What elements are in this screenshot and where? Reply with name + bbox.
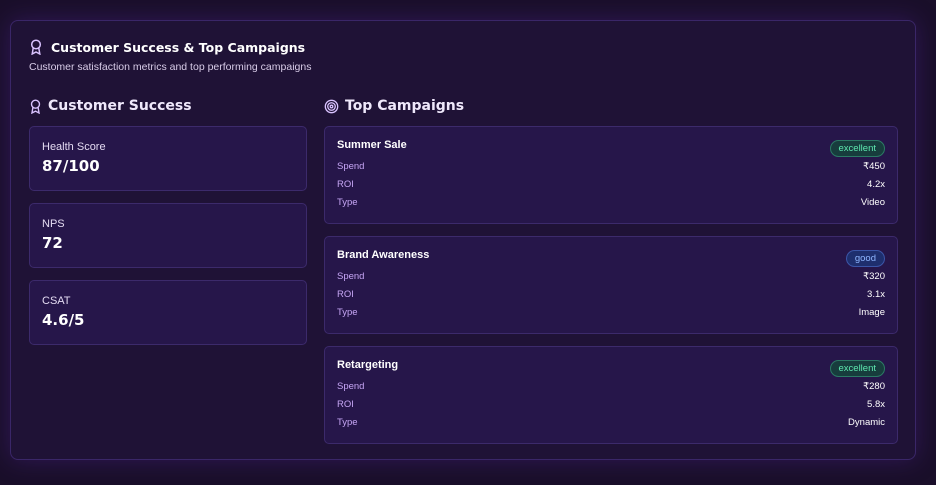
status-badge: excellent — [829, 140, 885, 157]
customer-success-panel: Customer Success & Top Campaigns Custome… — [10, 20, 916, 460]
type-value: Dynamic — [848, 416, 885, 428]
metrics-list: Health Score 87/100 NPS 72 CSAT 4.6/5 — [29, 126, 307, 345]
customer-success-title: Customer Success — [48, 98, 192, 114]
award-icon — [29, 98, 42, 114]
campaign-card-summer-sale[interactable]: Summer Sale excellent Spend ₹450 ROI 4.2… — [324, 126, 898, 224]
roi-value: 5.8x — [867, 398, 885, 410]
roi-value: 3.1x — [867, 288, 885, 300]
metric-value: 4.6/5 — [42, 311, 85, 329]
panel-title: Customer Success & Top Campaigns — [51, 39, 306, 55]
metric-card-csat: CSAT 4.6/5 — [29, 280, 307, 345]
status-badge: excellent — [829, 360, 885, 377]
campaigns-list: Summer Sale excellent Spend ₹450 ROI 4.2… — [324, 126, 898, 444]
spend-value: ₹280 — [863, 380, 885, 392]
metric-value: 87/100 — [42, 157, 100, 175]
type-label: Type — [337, 306, 358, 318]
spend-value: ₹320 — [863, 270, 885, 282]
metric-card-health-score: Health Score 87/100 — [29, 126, 307, 191]
spend-label: Spend — [337, 270, 365, 282]
roi-row: ROI 4.2x — [337, 175, 885, 193]
type-row: Type Dynamic — [337, 413, 885, 431]
spend-value: ₹450 — [863, 160, 885, 172]
type-value: Image — [858, 306, 885, 318]
roi-label: ROI — [337, 178, 354, 190]
roi-value: 4.2x — [867, 178, 885, 190]
panel-title-row: Customer Success & Top Campaigns — [29, 39, 311, 55]
type-label: Type — [337, 416, 358, 428]
customer-success-header: Customer Success — [29, 95, 307, 117]
spend-row: Spend ₹280 — [337, 377, 885, 395]
metric-card-nps: NPS 72 — [29, 203, 307, 268]
campaign-name: Brand Awareness — [337, 249, 430, 261]
panel-header: Customer Success & Top Campaigns Custome… — [29, 39, 311, 73]
type-row: Type Image — [337, 303, 885, 321]
metric-label: CSAT — [42, 295, 71, 307]
roi-row: ROI 3.1x — [337, 285, 885, 303]
campaign-name: Retargeting — [337, 359, 399, 371]
type-value: Video — [860, 196, 885, 208]
roi-label: ROI — [337, 288, 354, 300]
type-row: Type Video — [337, 193, 885, 211]
award-icon — [29, 39, 43, 55]
metric-label: NPS — [42, 218, 65, 230]
target-icon — [324, 99, 339, 114]
spend-label: Spend — [337, 380, 365, 392]
top-campaigns-section: Top Campaigns Summer Sale excellent Spen… — [324, 95, 898, 444]
roi-row: ROI 5.8x — [337, 395, 885, 413]
panel-subtitle: Customer satisfaction metrics and top pe… — [29, 61, 312, 73]
spend-row: Spend ₹320 — [337, 267, 885, 285]
roi-label: ROI — [337, 398, 354, 410]
metric-value: 72 — [42, 234, 63, 252]
spend-row: Spend ₹450 — [337, 157, 885, 175]
customer-success-section: Customer Success Health Score 87/100 NPS… — [29, 95, 307, 345]
status-badge: good — [845, 250, 885, 267]
spend-label: Spend — [337, 160, 365, 172]
top-campaigns-header: Top Campaigns — [324, 95, 898, 117]
top-campaigns-title: Top Campaigns — [345, 98, 465, 114]
campaign-card-retargeting[interactable]: Retargeting excellent Spend ₹280 ROI 5.8… — [324, 346, 898, 444]
campaign-name: Summer Sale — [337, 139, 407, 151]
campaign-card-brand-awareness[interactable]: Brand Awareness good Spend ₹320 ROI 3.1x… — [324, 236, 898, 334]
metric-label: Health Score — [42, 141, 106, 153]
type-label: Type — [337, 196, 358, 208]
